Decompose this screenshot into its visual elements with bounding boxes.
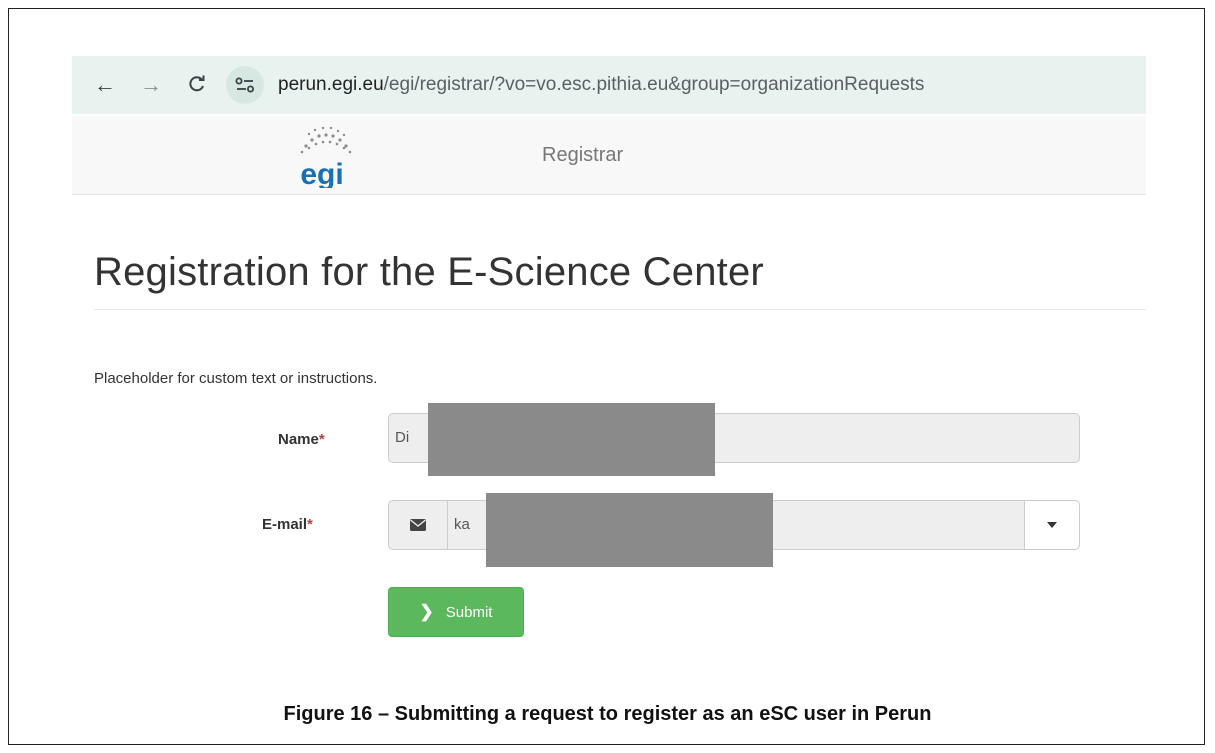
back-arrow-icon[interactable]: ←	[94, 74, 116, 96]
name-label: Name*	[278, 431, 325, 448]
required-marker: *	[318, 431, 325, 448]
url-host: perun.egi.eu	[278, 74, 384, 95]
site-settings-icon[interactable]	[226, 66, 264, 104]
figure-caption: Figure 16 – Submitting a request to regi…	[283, 703, 932, 725]
email-value: ka	[454, 516, 470, 533]
title-divider	[94, 309, 1146, 310]
browser-address-bar: ← → perun.egi.eu/egi/registrar/?vo=vo.es…	[72, 56, 1146, 114]
caret-down-icon	[1047, 522, 1057, 528]
submit-button[interactable]: ❯ Submit	[388, 587, 524, 637]
email-label: E-mail*	[262, 516, 313, 533]
page-title: Registration for the E-Science Center	[94, 250, 764, 294]
reload-icon[interactable]	[186, 74, 208, 96]
app-title: Registrar	[542, 144, 624, 166]
egi-logo[interactable]: egi	[276, 124, 368, 188]
email-dropdown-button[interactable]	[1024, 500, 1080, 550]
redaction-box	[428, 403, 715, 476]
required-marker: *	[307, 516, 313, 533]
url-path: /egi/registrar/?vo=vo.esc.pithia.eu&grou…	[383, 74, 925, 95]
instructions-text: Placeholder for custom text or instructi…	[94, 370, 378, 387]
app-header: egi Registrar	[72, 116, 1146, 195]
envelope-icon	[388, 500, 448, 550]
svg-text:egi: egi	[300, 158, 343, 188]
chevron-right-icon: ❯	[419, 602, 434, 621]
redaction-box	[486, 493, 773, 567]
name-value: Di	[395, 429, 410, 446]
url-field[interactable]: perun.egi.eu/egi/registrar/?vo=vo.esc.pi…	[278, 74, 924, 96]
forward-arrow-icon[interactable]: →	[140, 74, 162, 96]
submit-label: Submit	[445, 603, 493, 621]
